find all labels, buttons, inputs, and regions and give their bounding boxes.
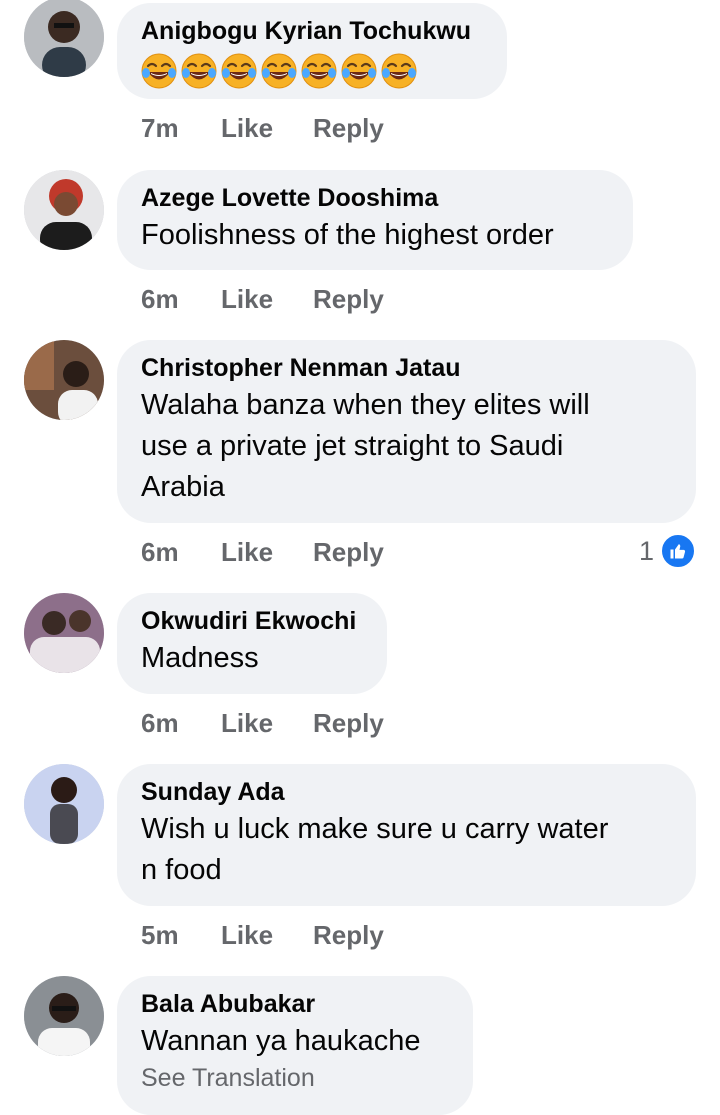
comment-text-line: Wish u luck make sure u carry water: [141, 813, 609, 845]
avatar[interactable]: [24, 764, 104, 844]
comment-bubble: Christopher Nenman Jatau Walaha banza wh…: [117, 340, 696, 523]
avatar[interactable]: [24, 340, 104, 420]
comment-actions: 5m Like Reply: [141, 918, 384, 952]
avatar[interactable]: [24, 593, 104, 673]
comment-text: Foolishness of the highest order: [141, 219, 554, 251]
commenter-name[interactable]: Okwudiri Ekwochi: [141, 607, 363, 635]
thumbs-up-icon: [660, 533, 696, 569]
face-with-tears-of-joy-icon: [341, 53, 377, 89]
reaction-count: 1: [638, 535, 654, 566]
comment-text: Wish u luck make sure u carry water n fo…: [141, 809, 672, 891]
comment-text-line: Walaha banza when they elites will: [141, 389, 590, 421]
comment-thread: Anigbogu Kyrian Tochukwu 7m Like Reply A…: [0, 0, 720, 1115]
comment-bubble: Sunday Ada Wish u luck make sure u carry…: [117, 764, 696, 906]
comment-bubble: Anigbogu Kyrian Tochukwu: [117, 3, 507, 99]
commenter-name[interactable]: Sunday Ada: [141, 778, 672, 806]
like-button[interactable]: Like: [221, 708, 313, 739]
face-with-tears-of-joy-icon: [301, 53, 337, 89]
like-button[interactable]: Like: [221, 284, 313, 315]
commenter-name[interactable]: Christopher Nenman Jatau: [141, 354, 672, 382]
comment-text-line: n food: [141, 854, 222, 886]
face-with-tears-of-joy-icon: [221, 53, 257, 89]
like-button[interactable]: Like: [221, 920, 313, 951]
comment-time[interactable]: 6m: [141, 537, 221, 568]
comment-text: Madness: [141, 642, 259, 674]
reply-button[interactable]: Reply: [313, 284, 384, 315]
comment-time[interactable]: 6m: [141, 708, 221, 739]
reply-button[interactable]: Reply: [313, 113, 384, 144]
like-button[interactable]: Like: [221, 113, 313, 144]
comment-time[interactable]: 5m: [141, 920, 221, 951]
reply-button[interactable]: Reply: [313, 920, 384, 951]
comment-text: Wannan ya haukache: [141, 1025, 421, 1057]
comment-text: Walaha banza when they elites will use a…: [141, 385, 672, 508]
face-with-tears-of-joy-icon: [381, 53, 417, 89]
see-translation-link[interactable]: See Translation: [141, 1064, 449, 1093]
reaction-summary[interactable]: 1: [639, 533, 696, 569]
comment-bubble: Okwudiri Ekwochi Madness: [117, 593, 387, 694]
reply-button[interactable]: Reply: [313, 708, 384, 739]
comment-time[interactable]: 7m: [141, 113, 221, 144]
comment-actions: 6m Like Reply: [141, 535, 384, 569]
comment-time[interactable]: 6m: [141, 284, 221, 315]
emoji-text: [141, 53, 483, 91]
comment-text-line: Arabia: [141, 471, 225, 503]
comment-actions: 7m Like Reply: [141, 111, 384, 145]
comment-bubble: Bala Abubakar Wannan ya haukache See Tra…: [117, 976, 473, 1115]
like-button[interactable]: Like: [221, 537, 313, 568]
face-with-tears-of-joy-icon: [261, 53, 297, 89]
avatar[interactable]: [24, 170, 104, 250]
commenter-name[interactable]: Anigbogu Kyrian Tochukwu: [141, 17, 483, 45]
commenter-name[interactable]: Azege Lovette Dooshima: [141, 184, 609, 212]
commenter-name[interactable]: Bala Abubakar: [141, 990, 449, 1018]
comment-actions: 6m Like Reply: [141, 282, 384, 316]
avatar[interactable]: [24, 976, 104, 1056]
avatar[interactable]: [24, 0, 104, 77]
face-with-tears-of-joy-icon: [181, 53, 217, 89]
comment-bubble: Azege Lovette Dooshima Foolishness of th…: [117, 170, 633, 270]
reply-button[interactable]: Reply: [313, 537, 384, 568]
comment-actions: 6m Like Reply: [141, 706, 384, 740]
comment-text-line: use a private jet straight to Saudi: [141, 430, 564, 462]
face-with-tears-of-joy-icon: [141, 53, 177, 89]
